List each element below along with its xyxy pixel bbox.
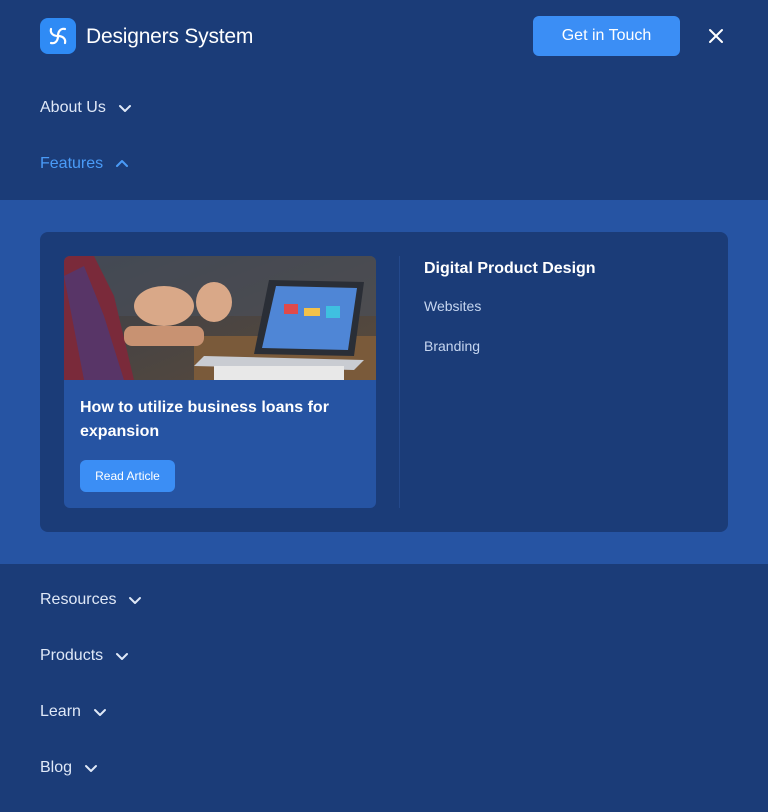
nav-item-label: Blog — [40, 759, 73, 776]
column-title: Digital Product Design — [424, 260, 596, 277]
nav-item-about-us[interactable]: About Us — [40, 96, 132, 120]
chevron-down-icon — [85, 765, 98, 772]
nav-item-learn[interactable]: Learn — [40, 700, 107, 724]
brand-name[interactable]: Designers System — [86, 24, 253, 50]
link-websites[interactable]: Websites — [424, 296, 481, 316]
chevron-down-icon — [118, 105, 131, 112]
nav-item-features[interactable]: Features — [40, 152, 129, 176]
read-article-button[interactable]: Read Article — [80, 460, 175, 492]
get-in-touch-button[interactable]: Get in Touch — [533, 16, 680, 56]
article-card[interactable]: How to utilize business loans for expans… — [64, 256, 376, 508]
nav-item-blog[interactable]: Blog — [40, 756, 98, 780]
nav-item-label: Resources — [40, 591, 117, 608]
nav-item-label: Features — [40, 155, 104, 172]
nav-item-label: Products — [40, 647, 104, 664]
link-branding[interactable]: Branding — [424, 336, 480, 356]
nav-item-label: Learn — [40, 703, 81, 720]
chevron-down-icon — [116, 653, 129, 660]
header: Designers System Get in Touch — [0, 0, 768, 72]
nav-item-resources[interactable]: Resources — [40, 588, 142, 612]
article-title[interactable]: How to utilize business loans for expans… — [80, 396, 360, 444]
chevron-down-icon — [129, 597, 142, 604]
article-image — [64, 256, 376, 380]
close-icon[interactable] — [704, 24, 728, 48]
chevron-down-icon — [93, 709, 106, 716]
brand-logo-icon[interactable] — [40, 18, 76, 54]
chevron-up-icon — [116, 160, 129, 167]
nav-item-products[interactable]: Products — [40, 644, 129, 668]
divider — [399, 256, 400, 508]
nav-item-label: About Us — [40, 99, 106, 116]
